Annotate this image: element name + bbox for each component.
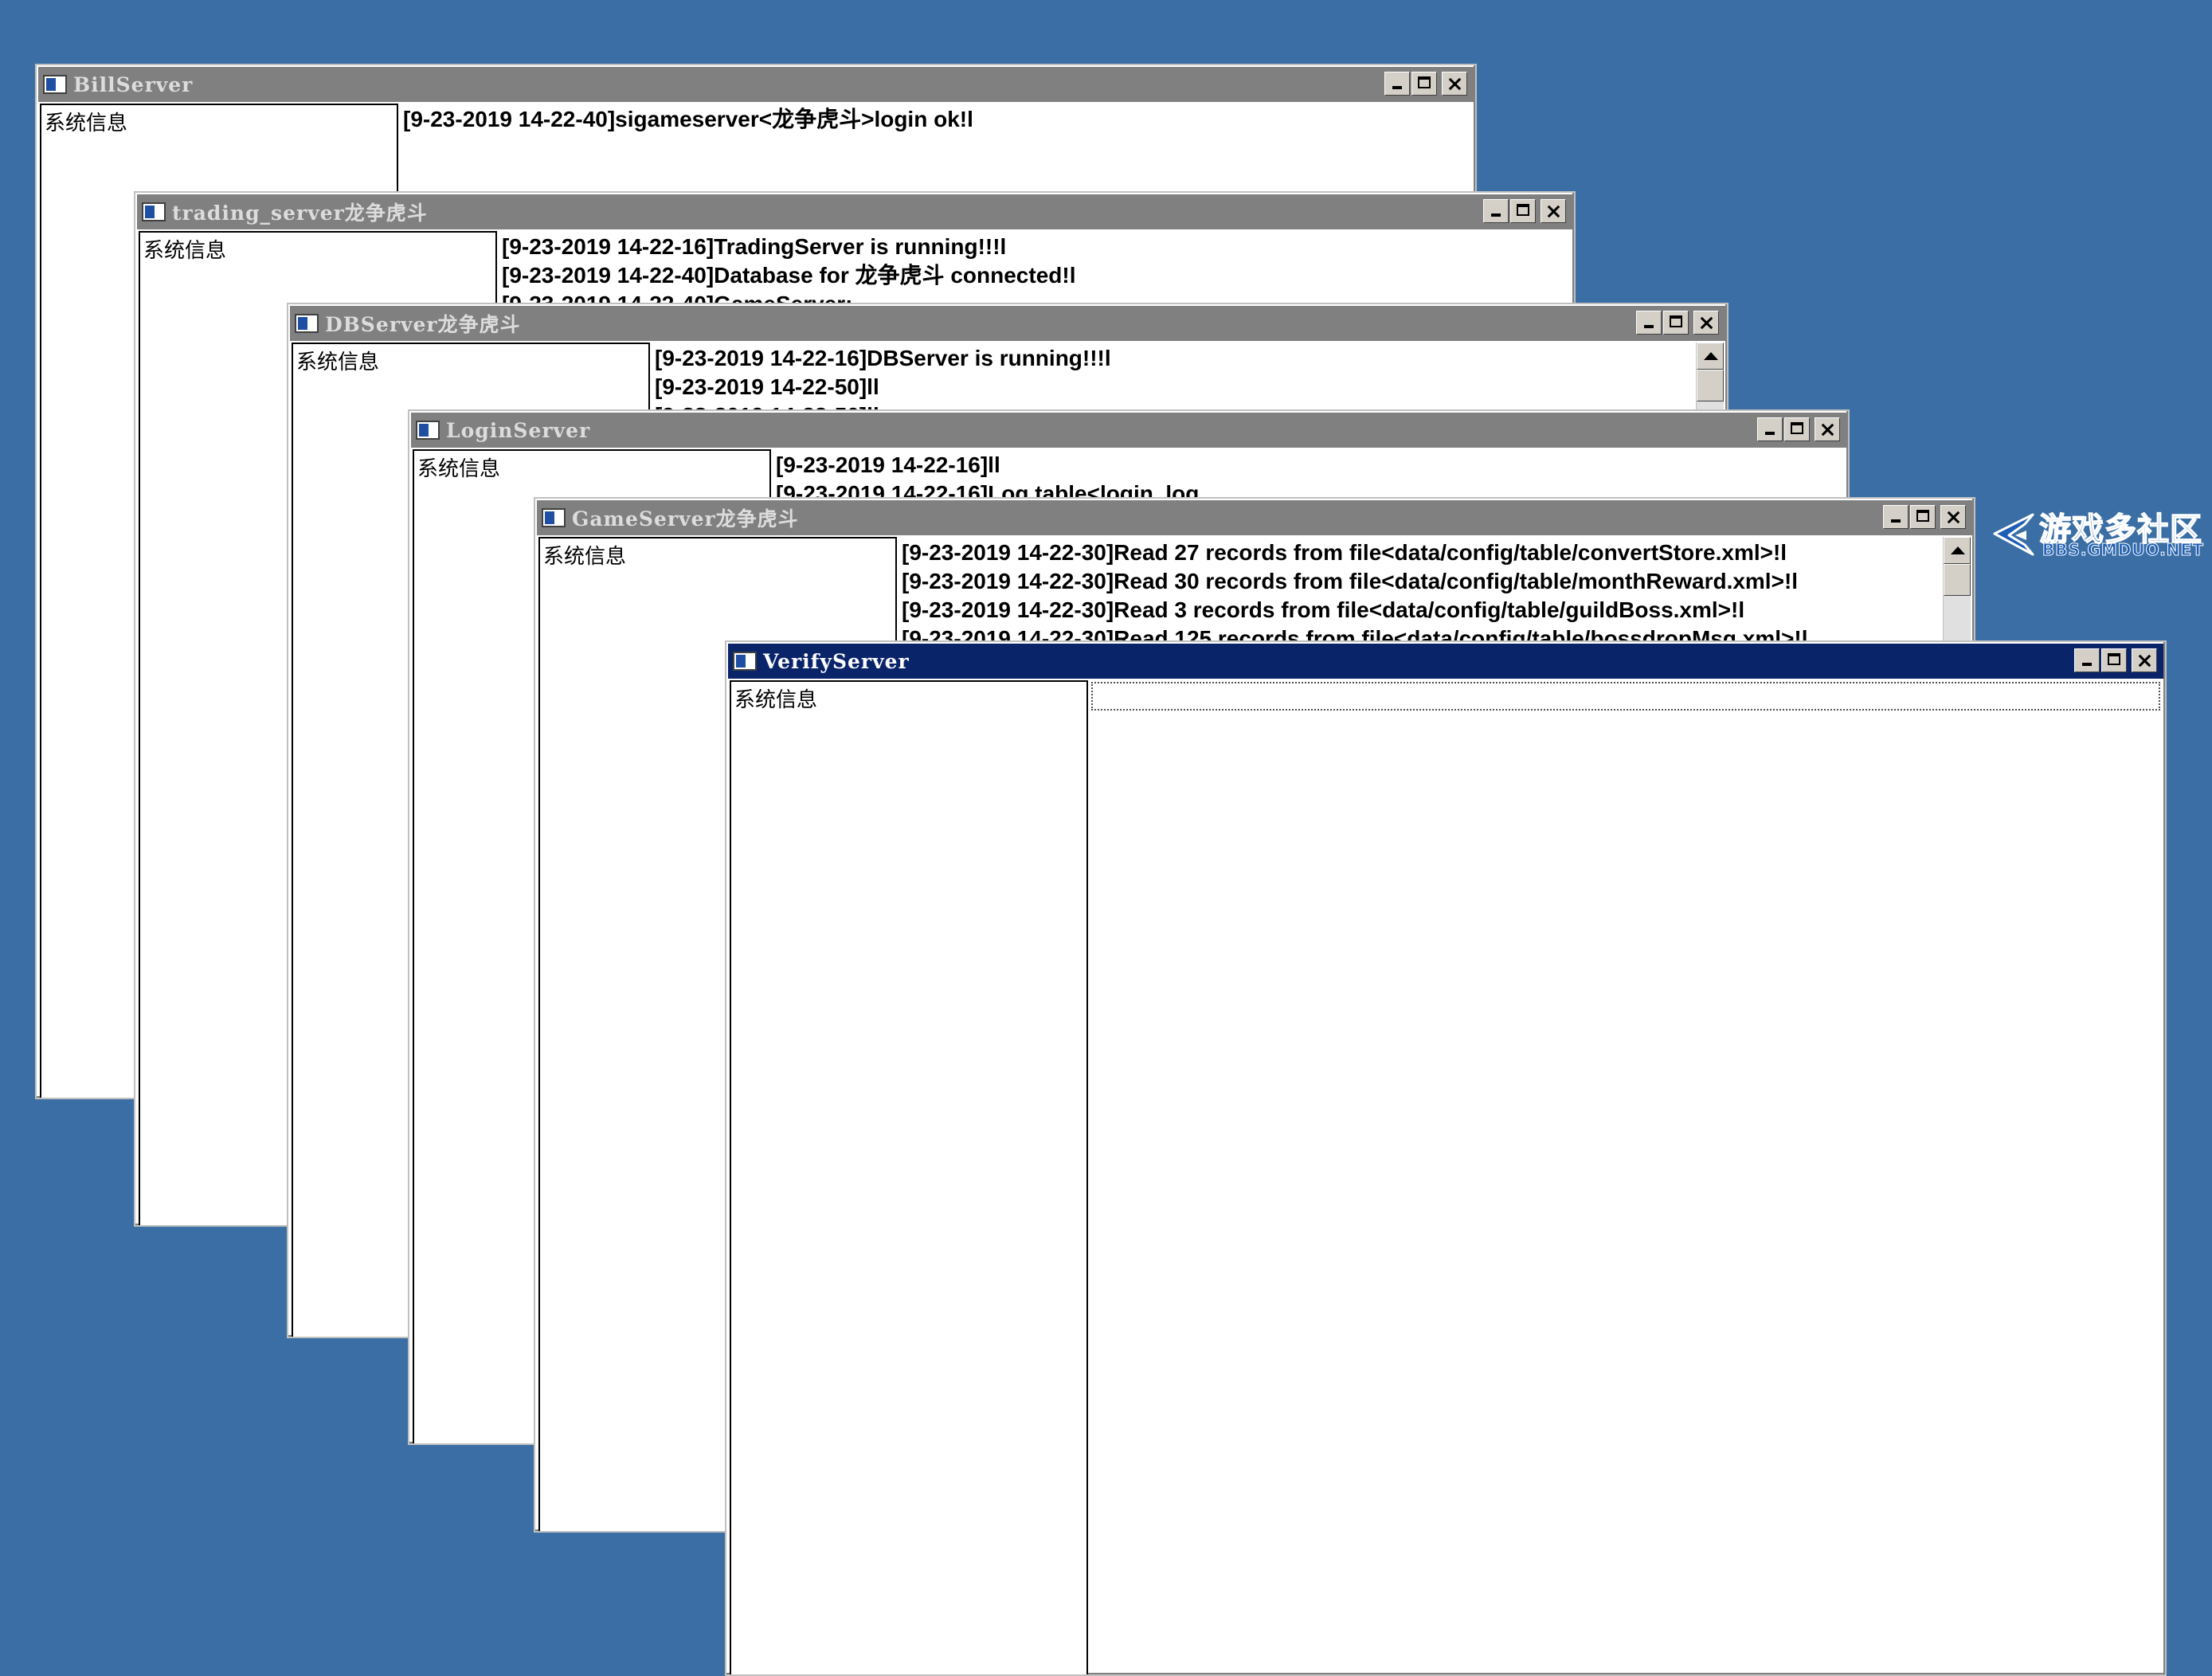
- log-line: [9-23-2019 14-22-50]ll: [655, 374, 879, 399]
- log-output[interactable]: [1091, 682, 2162, 1674]
- scroll-up-button[interactable]: [1944, 537, 1971, 564]
- window-title: GameServer龙争虎斗: [572, 507, 799, 531]
- pane-label: 系统信息: [296, 350, 380, 374]
- title-bar[interactable]: DBServer龙争虎斗: [290, 306, 1725, 341]
- arrow-up-icon: [1951, 546, 1965, 554]
- console-app-icon: [542, 508, 566, 527]
- close-button[interactable]: [1693, 311, 1719, 335]
- pane-label: 系统信息: [417, 457, 501, 481]
- close-button[interactable]: [1442, 72, 1467, 96]
- title-bar[interactable]: BillServer: [38, 67, 1474, 102]
- window-title: DBServer龙争虎斗: [325, 313, 521, 336]
- pane-label: 系统信息: [143, 239, 227, 263]
- title-bar[interactable]: GameServer龙争虎斗: [537, 500, 1972, 535]
- watermark-logo-icon: [1993, 513, 2034, 556]
- maximize-button[interactable]: [1910, 505, 1936, 529]
- minimize-button[interactable]: [1757, 417, 1783, 441]
- scroll-thumb[interactable]: [1944, 564, 1971, 596]
- minimize-button[interactable]: [1636, 311, 1662, 335]
- info-pane[interactable]: 系统信息: [730, 680, 1088, 1674]
- window-title: VerifyServer: [763, 649, 910, 673]
- console-app-icon: [733, 652, 757, 671]
- log-line: [9-23-2019 14-22-16]ll: [776, 452, 1000, 477]
- minimize-button[interactable]: [1883, 505, 1909, 529]
- minimize-button[interactable]: [2074, 648, 2100, 672]
- watermark-subtitle: BBS.GMDUO.NET: [2042, 540, 2204, 560]
- title-bar[interactable]: trading_server龙争虎斗: [137, 194, 1572, 229]
- close-button[interactable]: [2132, 648, 2157, 672]
- log-line: [9-23-2019 14-22-30]Read 30 records from…: [902, 569, 1799, 593]
- close-button[interactable]: [1940, 505, 1966, 529]
- pane-label: 系统信息: [543, 545, 627, 569]
- maximize-button[interactable]: [1510, 199, 1536, 223]
- console-app-icon: [295, 314, 319, 333]
- title-bar[interactable]: VerifyServer: [728, 644, 2163, 679]
- maximize-button[interactable]: [1784, 417, 1810, 441]
- window-title: LoginServer: [446, 418, 591, 442]
- scroll-thumb[interactable]: [1697, 370, 1724, 401]
- window-title: BillServer: [73, 72, 194, 96]
- scroll-up-button[interactable]: [1697, 343, 1724, 370]
- site-watermark: 游戏多社区 BBS.GMDUO.NET: [1988, 502, 2212, 566]
- console-app-icon: [416, 421, 440, 440]
- close-button[interactable]: [1815, 417, 1840, 441]
- minimize-button[interactable]: [1384, 72, 1410, 96]
- arrow-up-icon: [1704, 352, 1718, 360]
- maximize-button[interactable]: [2101, 648, 2127, 672]
- maximize-button[interactable]: [1663, 311, 1689, 335]
- log-line: [9-23-2019 14-22-40]Database for 龙争虎斗 co…: [502, 263, 1076, 288]
- log-line: [9-23-2019 14-22-30]Read 3 records from …: [902, 597, 1745, 622]
- close-button[interactable]: [1541, 199, 1566, 223]
- log-line: [9-23-2019 14-22-30]Read 27 records from…: [902, 540, 1787, 565]
- console-app-icon: [43, 75, 67, 94]
- window-title: trading_server龙争虎斗: [172, 202, 428, 225]
- log-line: [9-23-2019 14-22-16]DBServer is running!…: [655, 346, 1111, 370]
- pane-label: 系统信息: [734, 688, 818, 712]
- log-line: [9-23-2019 14-22-40]sigameserver<龙争虎斗>lo…: [403, 107, 973, 131]
- title-bar[interactable]: LoginServer: [411, 413, 1846, 448]
- verify-server-window[interactable]: VerifyServer 系统信息: [725, 640, 2167, 1676]
- console-app-icon: [142, 202, 166, 221]
- selected-log-row[interactable]: [1091, 682, 2160, 711]
- maximize-button[interactable]: [1411, 72, 1437, 96]
- log-line: [9-23-2019 14-22-16]TradingServer is run…: [502, 234, 1007, 259]
- pane-label: 系统信息: [45, 112, 128, 135]
- minimize-button[interactable]: [1483, 199, 1509, 223]
